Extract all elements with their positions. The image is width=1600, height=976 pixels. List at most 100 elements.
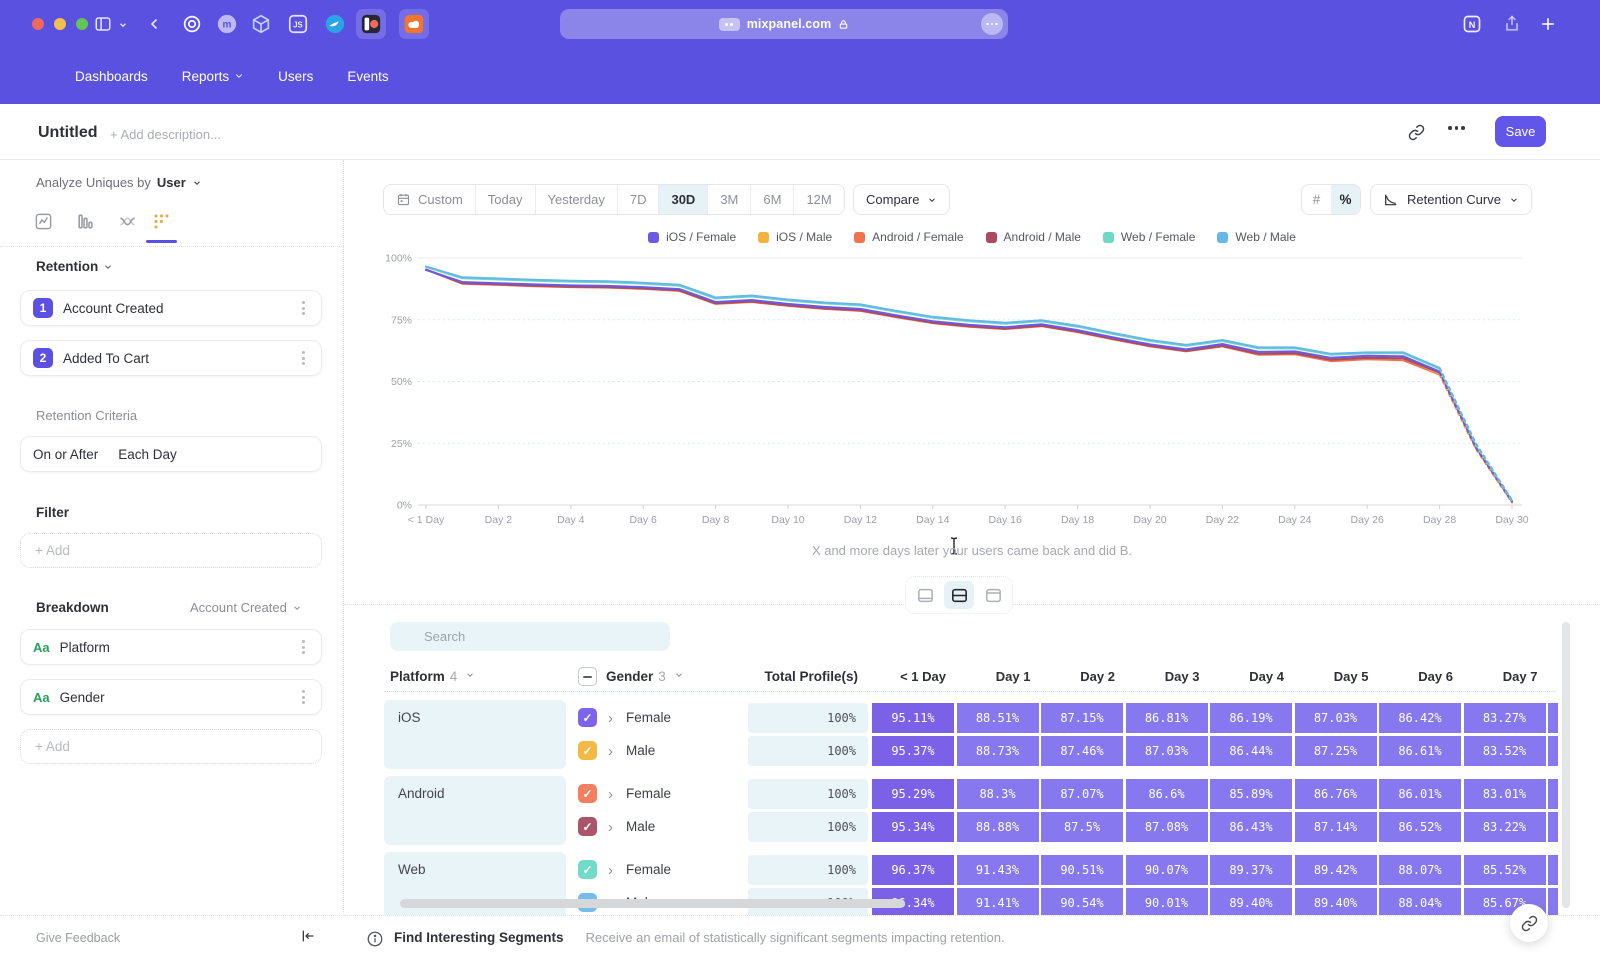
address-bar[interactable]: mixpanel.com — [560, 9, 1008, 39]
view-chart-only-button[interactable] — [910, 581, 940, 609]
range-today[interactable]: Today — [476, 185, 536, 214]
collapse-sidebar-icon[interactable] — [300, 928, 316, 944]
expand-row-chevron-icon[interactable]: › — [608, 820, 613, 835]
vertical-scrollbar[interactable] — [1562, 622, 1570, 908]
back-icon[interactable] — [146, 15, 164, 33]
total-profiles-column-header[interactable]: Total Profile(s) — [748, 669, 868, 684]
legend-item[interactable]: iOS / Female — [648, 230, 736, 244]
retention-value-cell[interactable]: 88.04% — [1379, 888, 1461, 915]
retention-value-cell-clipped[interactable] — [1548, 703, 1558, 733]
chevron-down-icon[interactable] — [192, 178, 202, 188]
retention-value-cell[interactable]: 88.88% — [957, 812, 1039, 842]
retention-value-cell[interactable]: 86.42% — [1379, 703, 1461, 733]
retention-value-cell[interactable]: 90.01% — [1126, 888, 1208, 915]
retention-value-cell[interactable]: 86.76% — [1295, 779, 1377, 809]
tab-flows-icon[interactable] — [118, 212, 137, 231]
compare-button[interactable]: Compare — [853, 184, 950, 215]
retention-value-cell[interactable]: 90.07% — [1126, 855, 1208, 885]
criteria-card[interactable]: On or After Each Day — [20, 436, 322, 472]
row-checkbox[interactable]: ✓ — [578, 708, 597, 727]
breakdown-platform[interactable]: AaPlatform — [20, 629, 322, 665]
breakdown-options-icon[interactable] — [298, 686, 309, 708]
retention-value-cell[interactable]: 88.3% — [957, 779, 1039, 809]
nav-item-events[interactable]: Events — [347, 69, 388, 84]
retention-value-cell[interactable]: 95.11% — [872, 703, 954, 733]
day-column-header[interactable]: Day 3 — [1126, 669, 1208, 684]
report-description-placeholder[interactable]: + Add description... — [110, 127, 221, 142]
tab-list-chevron-icon[interactable] — [118, 20, 128, 30]
retention-value-cell[interactable]: 95.29% — [872, 779, 954, 809]
view-split-button[interactable] — [944, 581, 974, 609]
retention-value-cell[interactable]: 87.5% — [1041, 812, 1123, 842]
pinned-app-soundcloud-icon[interactable] — [403, 13, 425, 35]
retention-value-cell[interactable]: 91.41% — [957, 888, 1039, 915]
retention-value-cell[interactable]: 86.19% — [1210, 703, 1292, 733]
criteria-when[interactable]: On or After — [33, 447, 98, 462]
range-custom[interactable]: Custom — [384, 185, 476, 214]
range-30d[interactable]: 30D — [659, 185, 708, 214]
retention-value-cell[interactable]: 83.22% — [1464, 812, 1546, 842]
pinned-app-cube-icon[interactable] — [250, 13, 272, 35]
retention-value-cell[interactable]: 87.03% — [1295, 703, 1377, 733]
traffic-close-button[interactable] — [32, 18, 44, 30]
retention-value-cell-clipped[interactable] — [1548, 888, 1558, 915]
retention-value-cell-clipped[interactable] — [1548, 812, 1558, 842]
retention-value-cell[interactable]: 83.52% — [1464, 736, 1546, 766]
retention-value-cell[interactable]: 95.34% — [872, 812, 954, 842]
table-search-input[interactable] — [390, 622, 670, 651]
tab-retention-icon[interactable] — [152, 212, 171, 231]
tab-funnels-icon[interactable] — [76, 212, 95, 231]
analyze-value-dropdown[interactable]: User — [157, 175, 186, 190]
retention-value-cell[interactable]: 87.15% — [1041, 703, 1123, 733]
retention-value-cell[interactable]: 86.6% — [1126, 779, 1208, 809]
day-column-header[interactable]: Day 2 — [1041, 669, 1123, 684]
legend-item[interactable]: Web / Female — [1103, 230, 1195, 244]
retention-value-cell[interactable]: 96.37% — [872, 855, 954, 885]
range-12m[interactable]: 12M — [794, 185, 843, 214]
retention-value-cell[interactable]: 83.27% — [1464, 703, 1546, 733]
breakdown-gender[interactable]: AaGender — [20, 679, 322, 715]
retention-value-cell[interactable]: 86.52% — [1379, 812, 1461, 842]
legend-item[interactable]: Web / Male — [1217, 230, 1295, 244]
retention-value-cell[interactable]: 87.25% — [1295, 736, 1377, 766]
day-column-header[interactable]: < 1 Day — [872, 669, 954, 684]
share-link-fab[interactable] — [1510, 904, 1548, 942]
retention-value-cell[interactable]: 86.01% — [1379, 779, 1461, 809]
step-options-icon[interactable] — [298, 347, 309, 369]
retention-value-cell[interactable]: 85.52% — [1464, 855, 1546, 885]
criteria-frequency[interactable]: Each Day — [118, 447, 177, 462]
row-checkbox[interactable]: ✓ — [578, 784, 597, 803]
report-title[interactable]: Untitled — [38, 124, 98, 142]
retention-value-cell[interactable]: 87.08% — [1126, 812, 1208, 842]
nav-item-users[interactable]: Users — [278, 69, 313, 84]
retention-line-chart[interactable]: 0%25%50%75%100%< 1 DayDay 2Day 4Day 6Day… — [380, 250, 1530, 535]
pinned-app-m-icon[interactable]: m — [216, 13, 238, 35]
retention-value-cell[interactable]: 91.43% — [957, 855, 1039, 885]
range-7d[interactable]: 7D — [618, 185, 660, 214]
traffic-minimize-button[interactable] — [54, 18, 66, 30]
retention-value-cell-clipped[interactable] — [1548, 855, 1558, 885]
retention-step-account-created[interactable]: 1Account Created — [20, 290, 322, 326]
add-filter-button[interactable]: + Add — [20, 533, 322, 568]
retention-value-cell[interactable]: 89.40% — [1210, 888, 1292, 915]
day-column-header[interactable]: Day 1 — [957, 669, 1039, 684]
segments-title[interactable]: Find Interesting Segments — [394, 930, 564, 945]
retention-value-cell[interactable]: 86.43% — [1210, 812, 1292, 842]
traffic-zoom-button[interactable] — [76, 18, 88, 30]
horizontal-scrollbar[interactable] — [400, 899, 905, 908]
retention-value-cell[interactable]: 88.07% — [1379, 855, 1461, 885]
row-checkbox[interactable]: ✓ — [578, 741, 597, 760]
retention-value-cell[interactable]: 89.37% — [1210, 855, 1292, 885]
retention-value-cell[interactable]: 83.01% — [1464, 779, 1546, 809]
gender-select-all-checkbox[interactable] — [578, 667, 597, 686]
view-table-only-button[interactable] — [978, 581, 1008, 609]
notion-extension-icon[interactable]: N — [1462, 14, 1482, 34]
expand-row-chevron-icon[interactable]: › — [608, 711, 613, 726]
retention-step-added-to-cart[interactable]: 2Added To Cart — [20, 340, 322, 376]
legend-item[interactable]: Android / Male — [986, 230, 1081, 244]
retention-value-cell[interactable]: 88.51% — [957, 703, 1039, 733]
retention-value-cell[interactable]: 86.44% — [1210, 736, 1292, 766]
retention-value-cell[interactable]: 87.46% — [1041, 736, 1123, 766]
retention-value-cell[interactable]: 86.61% — [1379, 736, 1461, 766]
retention-value-cell[interactable]: 87.07% — [1041, 779, 1123, 809]
